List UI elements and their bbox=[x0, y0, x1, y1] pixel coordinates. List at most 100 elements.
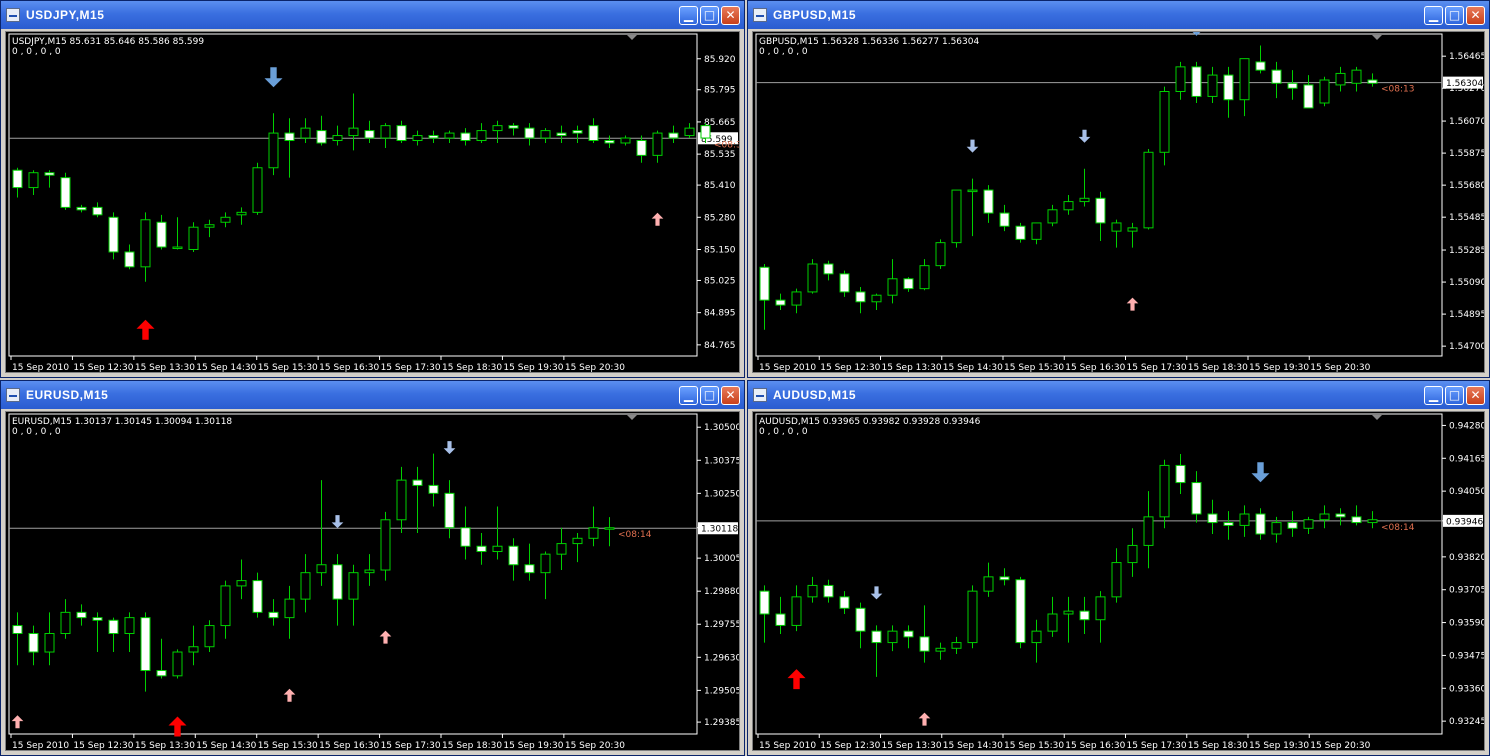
x-tick-label: 15 Sep 2010 bbox=[759, 363, 816, 373]
x-tick-label: 15 Sep 16:30 bbox=[319, 363, 379, 373]
y-tick-label: 84.895 bbox=[704, 309, 736, 319]
candlestick-chart[interactable]: 0.94280 0.94165 0.94050 0.93820 0.93705 0.935… bbox=[753, 412, 1485, 751]
y-tick-label: 85.920 bbox=[704, 55, 736, 65]
candle bbox=[903, 625, 914, 649]
y-tick-label: 1.56465 bbox=[1449, 52, 1485, 62]
candle bbox=[604, 135, 615, 148]
minimize-button[interactable]: ▁ bbox=[1424, 6, 1443, 25]
candlestick-chart[interactable]: 1.30500 1.30375 1.30250 1.30005 1.29880 1.297… bbox=[6, 412, 740, 751]
candle-body-bear bbox=[444, 492, 455, 529]
candle bbox=[1239, 58, 1250, 117]
y-tick-label: 1.54895 bbox=[1449, 310, 1485, 320]
candle bbox=[1079, 596, 1090, 634]
candle bbox=[967, 585, 978, 649]
candle-body-bear bbox=[919, 636, 930, 652]
x-tick-label: 15 Sep 19:30 bbox=[503, 363, 563, 373]
candle bbox=[428, 130, 439, 143]
candle-body-bull bbox=[220, 216, 231, 223]
candle bbox=[919, 605, 930, 663]
chart-area[interactable]: 0.94280 0.94165 0.94050 0.93820 0.93705 0.935… bbox=[752, 411, 1485, 751]
chart-area[interactable]: 1.56465 1.56270 1.56070 1.55875 1.55680 1.554… bbox=[752, 31, 1485, 373]
buy-signal-arrow-icon bbox=[136, 319, 155, 340]
candle-body-bull bbox=[1303, 519, 1314, 529]
candle-body-bear bbox=[460, 132, 471, 142]
candle bbox=[172, 217, 183, 250]
candle-body-bull bbox=[1351, 69, 1362, 84]
candle bbox=[1223, 66, 1234, 118]
candle-body-bull bbox=[1159, 91, 1170, 153]
candle bbox=[1335, 66, 1346, 92]
candlestick-chart[interactable]: 85.92085.79585.66585.53585.41085.28085.1… bbox=[6, 32, 740, 373]
minimize-button[interactable]: ▁ bbox=[679, 6, 698, 25]
candle bbox=[1159, 459, 1170, 529]
x-tick-label: 15 Sep 14:30 bbox=[943, 363, 1003, 373]
candle-body-bull bbox=[807, 263, 818, 293]
title-bar[interactable]: EURUSD,M15 ▁ □ ✕ bbox=[1, 381, 744, 409]
candle-body-bull bbox=[588, 527, 599, 539]
chart-window-icon bbox=[6, 388, 20, 402]
candle bbox=[380, 123, 391, 148]
candle bbox=[108, 617, 119, 653]
chart-area[interactable]: 1.30500 1.30375 1.30250 1.30005 1.29880 1.297… bbox=[5, 411, 740, 751]
candle-body-bull bbox=[332, 135, 343, 142]
title-bar[interactable]: GBPUSD,M15 ▁ □ ✕ bbox=[748, 1, 1489, 29]
candle bbox=[252, 162, 263, 215]
candle-body-bear bbox=[92, 617, 103, 621]
x-tick-label: 15 Sep 19:30 bbox=[1249, 363, 1309, 373]
candle bbox=[540, 551, 551, 600]
maximize-icon: □ bbox=[703, 8, 716, 22]
candle bbox=[396, 466, 407, 534]
chart-window-usdjpy[interactable]: USDJPY,M15 ▁ □ ✕ 85.920 85.795 85.665 85.53… bbox=[0, 0, 745, 378]
chart-window-audusd[interactable]: AUDUSD,M15 ▁ □ ✕ 0.94280 0.94165 0.94050 0.… bbox=[747, 380, 1490, 756]
y-tick-label: 0.94165 bbox=[1449, 454, 1485, 464]
candle bbox=[188, 222, 199, 252]
minimize-button[interactable]: ▁ bbox=[679, 386, 698, 405]
y-tick-label: 1.30375 bbox=[704, 456, 740, 466]
buy-signal-arrow-icon bbox=[1126, 297, 1139, 311]
candle-body-bear bbox=[460, 527, 471, 547]
candle bbox=[1111, 219, 1122, 248]
bar-countdown: <08:13 bbox=[1381, 85, 1414, 95]
candle-body-bull bbox=[236, 211, 247, 216]
candle-body-bull bbox=[951, 642, 962, 649]
candle bbox=[444, 130, 455, 143]
candle-body-bear bbox=[28, 633, 39, 653]
x-tick-label: 15 Sep 12:30 bbox=[73, 363, 133, 373]
candle-body-bull bbox=[604, 527, 615, 530]
candlestick-chart[interactable]: 1.564651.562701.560701.558751.556801.554… bbox=[753, 32, 1485, 373]
candle bbox=[412, 130, 423, 146]
chart-area[interactable]: 85.920 85.795 85.665 85.535 85.410 85.280 85.1… bbox=[5, 31, 740, 373]
candle-body-bull bbox=[1111, 562, 1122, 598]
candle bbox=[1031, 222, 1042, 245]
chart-window-eurusd[interactable]: EURUSD,M15 ▁ □ ✕ 1.30500 1.30375 1.30250 1.… bbox=[0, 380, 745, 756]
title-bar[interactable]: USDJPY,M15 ▁ □ ✕ bbox=[1, 1, 744, 29]
close-button[interactable]: ✕ bbox=[1466, 386, 1485, 405]
title-bar[interactable]: AUDUSD,M15 ▁ □ ✕ bbox=[748, 381, 1489, 409]
x-tick-label: 15 Sep 17:30 bbox=[381, 741, 441, 751]
close-button[interactable]: ✕ bbox=[721, 6, 740, 25]
candle bbox=[236, 559, 247, 600]
candle bbox=[508, 538, 519, 581]
maximize-button[interactable]: □ bbox=[700, 6, 719, 25]
minimize-button[interactable]: ▁ bbox=[1424, 386, 1443, 405]
close-icon: ✕ bbox=[1470, 388, 1481, 402]
maximize-button[interactable]: □ bbox=[1445, 6, 1464, 25]
candle-body-bear bbox=[1015, 225, 1026, 240]
chart-window-gbpusd[interactable]: GBPUSD,M15 ▁ □ ✕ 1.56465 1.56270 1.56070 1.… bbox=[747, 0, 1490, 378]
candle-body-bull bbox=[540, 130, 551, 139]
x-tick-label: 15 Sep 14:30 bbox=[196, 363, 256, 373]
y-tick-label: 1.29630 bbox=[704, 653, 740, 663]
candle-body-bear bbox=[156, 221, 167, 248]
candle-body-bull bbox=[620, 137, 631, 144]
maximize-button[interactable]: □ bbox=[1445, 386, 1464, 405]
candle-body-bull bbox=[1111, 222, 1122, 232]
close-button[interactable]: ✕ bbox=[1466, 6, 1485, 25]
candle bbox=[1207, 66, 1218, 103]
candle-body-bull bbox=[1031, 630, 1042, 644]
candle-body-bull bbox=[140, 219, 151, 268]
candle bbox=[348, 93, 359, 151]
candle-body-bull bbox=[1127, 227, 1138, 232]
close-button[interactable]: ✕ bbox=[721, 386, 740, 405]
candle bbox=[983, 562, 994, 597]
maximize-button[interactable]: □ bbox=[700, 386, 719, 405]
